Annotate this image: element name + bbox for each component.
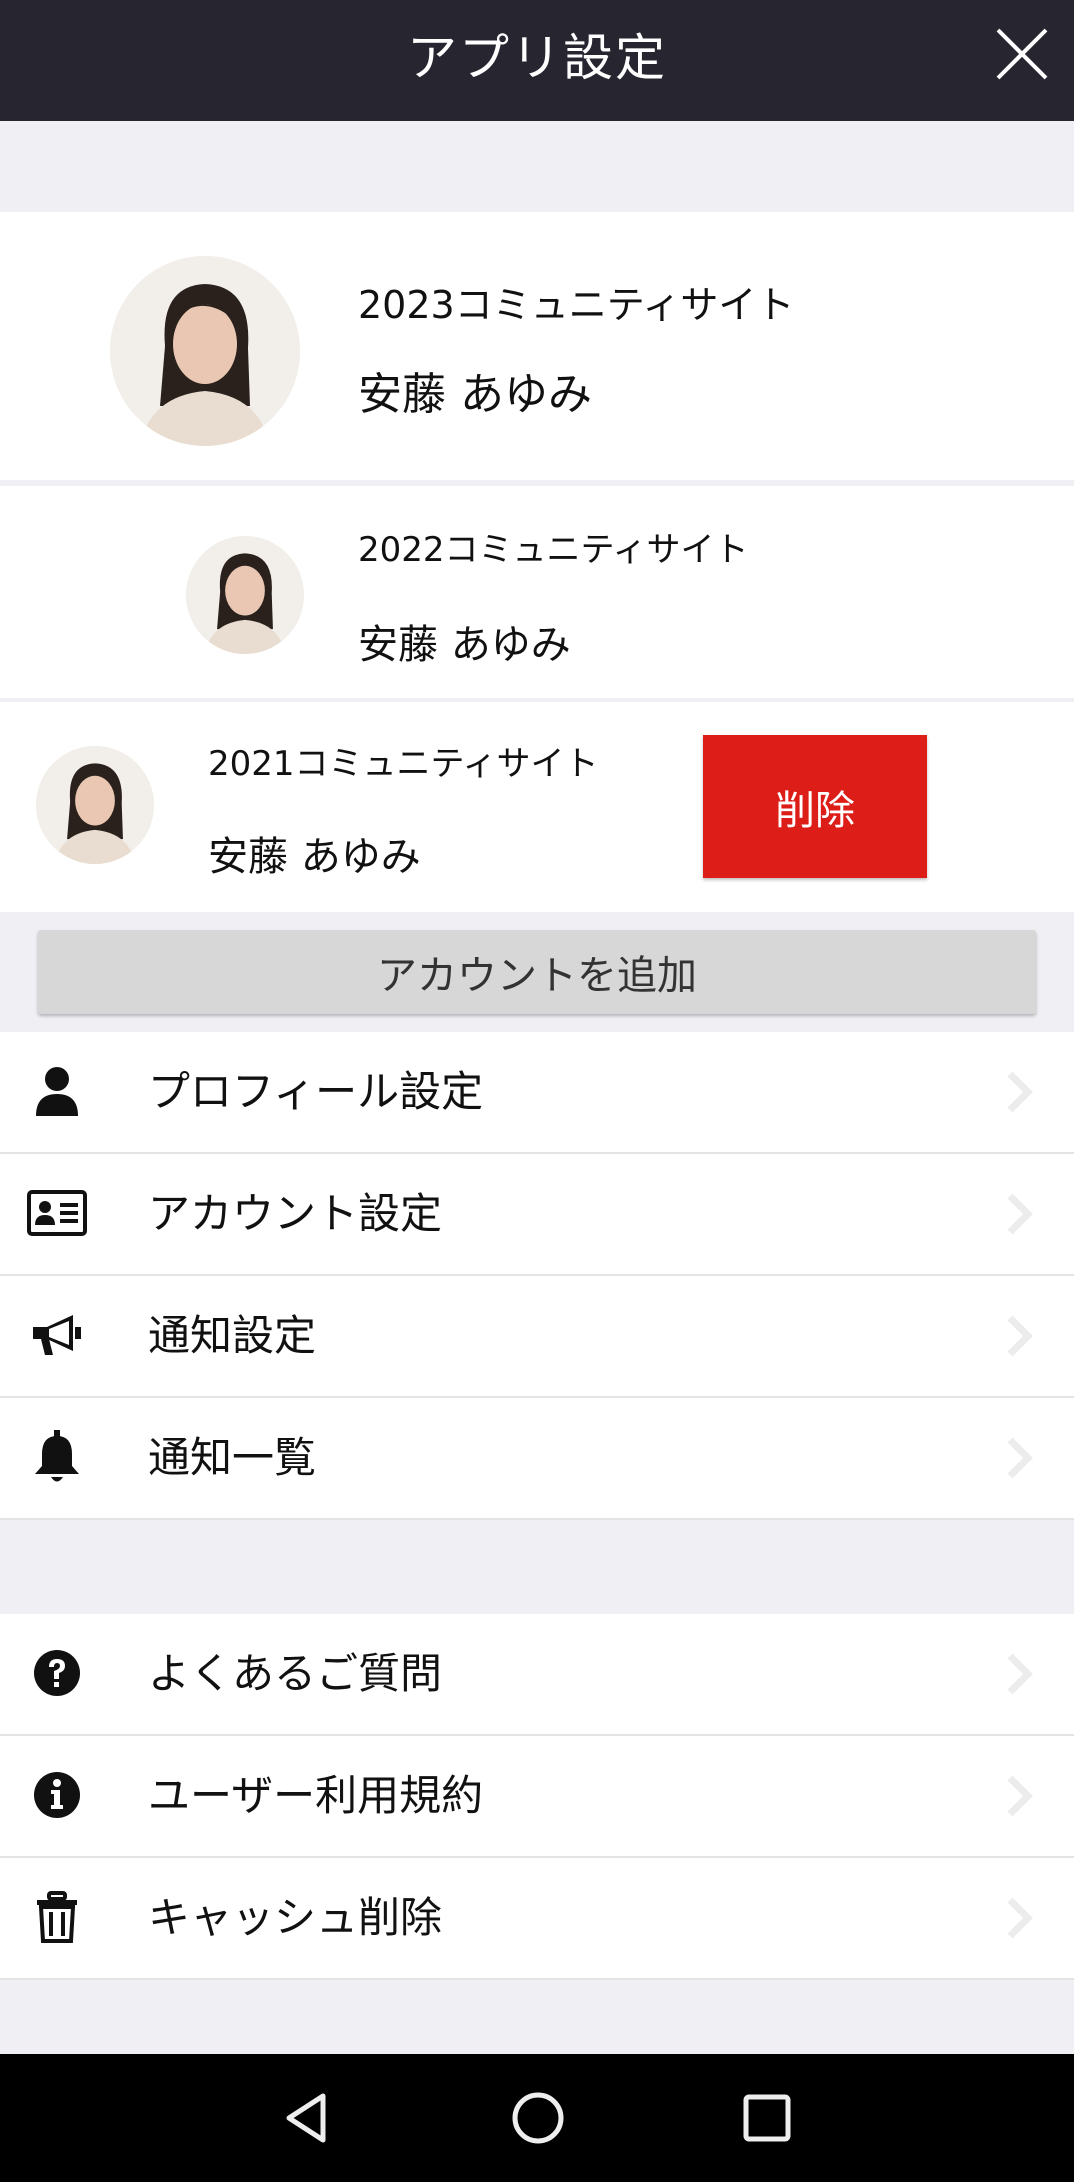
account-card-2022[interactable]: 2022コミュニティサイト 安藤 あゆみ xyxy=(0,486,1074,698)
delete-account-button[interactable]: 削除 xyxy=(703,735,927,878)
chevron-right-icon xyxy=(1007,1897,1033,1939)
menu-item-notification-settings[interactable]: 通知設定 xyxy=(0,1276,1074,1398)
account-site: 2023コミュニティサイト xyxy=(358,283,795,327)
megaphone-icon xyxy=(24,1302,90,1368)
user-icon xyxy=(24,1058,90,1124)
id-card-icon xyxy=(24,1180,90,1246)
chevron-right-icon xyxy=(1007,1071,1033,1113)
account-card-2023[interactable]: 2023コミュニティサイト 安藤 あゆみ xyxy=(0,212,1074,480)
question-circle-icon xyxy=(24,1640,90,1706)
trash-icon xyxy=(24,1884,90,1950)
avatar xyxy=(110,256,300,446)
account-name: 安藤 あゆみ xyxy=(208,834,421,880)
menu-label: 通知設定 xyxy=(148,1311,317,1360)
menu-item-profile-settings[interactable]: プロフィール設定 xyxy=(0,1032,1074,1154)
menu-item-terms[interactable]: ユーザー利用規約 xyxy=(0,1736,1074,1858)
menu-label: よくあるご質問 xyxy=(148,1649,443,1698)
account-name: 安藤 あゆみ xyxy=(358,369,592,420)
back-icon[interactable] xyxy=(277,2088,337,2148)
avatar xyxy=(36,746,154,864)
system-navigation-bar xyxy=(0,2054,1074,2182)
info-circle-icon xyxy=(24,1762,90,1828)
chevron-right-icon xyxy=(1007,1193,1033,1235)
chevron-right-icon xyxy=(1007,1315,1033,1357)
menu-item-notification-list[interactable]: 通知一覧 xyxy=(0,1398,1074,1520)
chevron-right-icon xyxy=(1007,1437,1033,1479)
menu-label: アカウント設定 xyxy=(148,1189,443,1238)
account-site: 2022コミュニティサイト xyxy=(358,530,749,570)
account-site: 2021コミュニティサイト xyxy=(208,744,599,784)
app-header: アプリ設定 xyxy=(0,0,1074,121)
menu-label: キャッシュ削除 xyxy=(148,1893,443,1942)
home-icon[interactable] xyxy=(508,2088,568,2148)
menu-item-account-settings[interactable]: アカウント設定 xyxy=(0,1154,1074,1276)
recents-icon[interactable] xyxy=(737,2088,797,2148)
menu-item-clear-cache[interactable]: キャッシュ削除 xyxy=(0,1858,1074,1980)
bell-icon xyxy=(24,1424,90,1490)
add-account-button[interactable]: アカウントを追加 xyxy=(38,930,1036,1014)
chevron-right-icon xyxy=(1007,1775,1033,1817)
page-title: アプリ設定 xyxy=(407,29,667,87)
close-icon[interactable] xyxy=(994,26,1050,82)
menu-label: ユーザー利用規約 xyxy=(148,1771,484,1820)
chevron-right-icon xyxy=(1007,1653,1033,1695)
menu-label: 通知一覧 xyxy=(148,1433,317,1482)
menu-item-faq[interactable]: よくあるご質問 xyxy=(0,1614,1074,1736)
account-name: 安藤 あゆみ xyxy=(358,622,571,668)
avatar xyxy=(186,536,304,654)
menu-label: プロフィール設定 xyxy=(148,1067,484,1116)
